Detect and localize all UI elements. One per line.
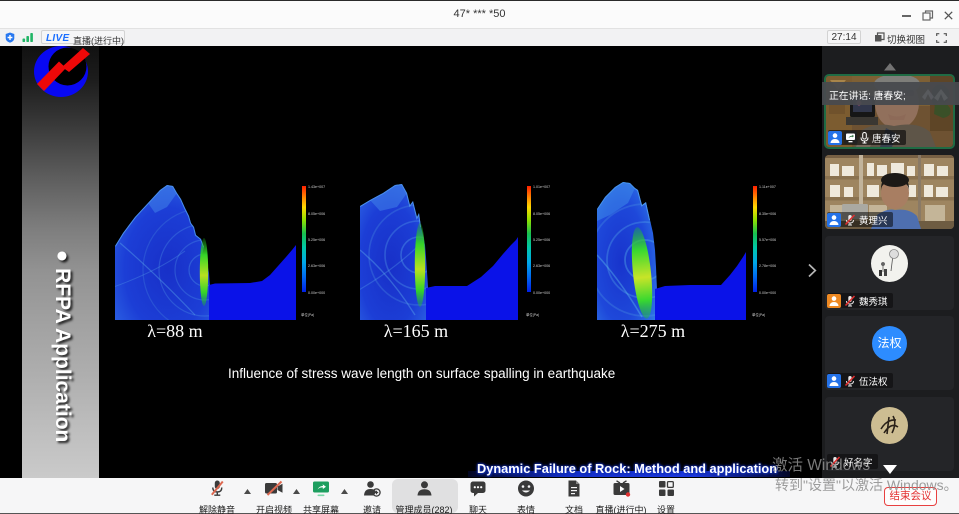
svg-text:1.01e+007: 1.01e+007	[533, 185, 550, 189]
svg-text:1.11e+007: 1.11e+007	[759, 185, 776, 189]
svg-text:2.78e+006: 2.78e+006	[759, 264, 776, 268]
svg-text:5.57e+006: 5.57e+006	[759, 238, 776, 242]
svg-text:单位(Pa): 单位(Pa)	[526, 312, 539, 317]
svg-text:8.35e+006: 8.35e+006	[759, 212, 776, 216]
svg-text:2.63e+006: 2.63e+006	[533, 264, 550, 268]
svg-text:5.25e+006: 5.25e+006	[308, 238, 325, 242]
svg-text:0.00e+000: 0.00e+000	[759, 291, 776, 295]
svg-text:8.05e+006: 8.05e+006	[308, 212, 325, 216]
svg-text:8.05e+006: 8.05e+006	[533, 212, 550, 216]
svg-text:0.00e+000: 0.00e+000	[533, 291, 550, 295]
svg-text:单位(Pa): 单位(Pa)	[752, 312, 765, 317]
svg-text:1.43e+007: 1.43e+007	[308, 185, 325, 189]
svg-text:5.25e+006: 5.25e+006	[533, 238, 550, 242]
svg-text:单位(Pa): 单位(Pa)	[301, 312, 314, 317]
svg-text:2.63e+006: 2.63e+006	[308, 264, 325, 268]
svg-text:0.00e+000: 0.00e+000	[308, 291, 325, 295]
